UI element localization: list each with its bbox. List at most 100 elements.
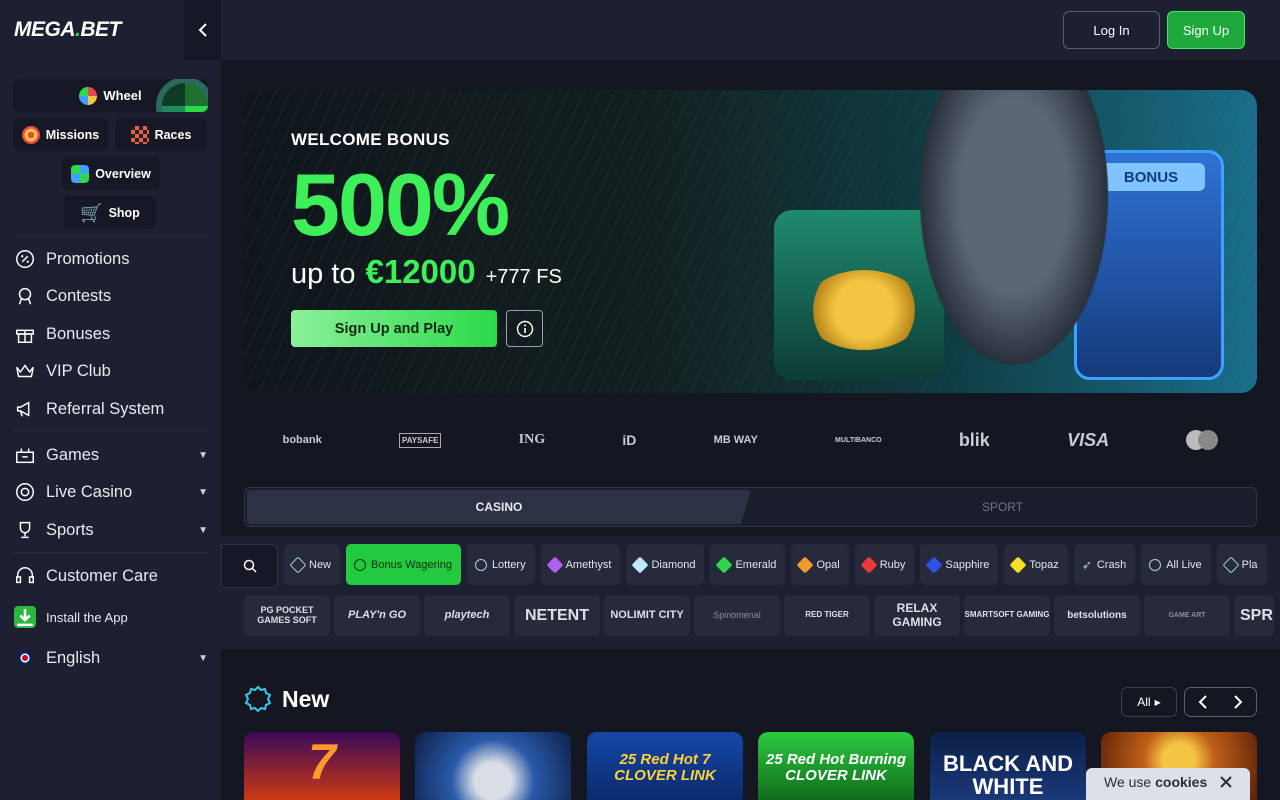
provider-red-tiger[interactable]: RED TIGER [784,595,870,636]
sidebar-item-vip-club[interactable]: VIP Club [14,355,208,387]
emerald-gem-icon [715,556,733,573]
next-arrow-button[interactable] [1221,688,1257,716]
chevron-left-icon [198,23,207,37]
sidebar-item-bonuses[interactable]: Bonuses [14,318,208,350]
sapphire-gem-icon [925,556,943,573]
category-label: Topaz [1029,558,1059,571]
sidebar-item-label: Live Casino [46,482,133,501]
game-card[interactable]: 25 Red Hot 7 CLOVER LINK [587,732,743,800]
category-label: New [309,558,332,571]
divider [13,430,208,431]
login-button[interactable]: Log In [1063,11,1160,49]
game-card[interactable]: 25 Red Hot Burning CLOVER LINK [758,732,914,800]
collapse-sidebar-button[interactable] [184,0,221,60]
category-all-live[interactable]: All Live [1141,544,1211,585]
sidebar: MEGA.BET Wheel Missions Races Overview 🛒… [0,0,221,800]
provider-smartsoft[interactable]: SMARTSOFT GAMING [964,595,1050,636]
race-flag-icon [130,125,149,144]
missions-button[interactable]: Missions [13,118,108,151]
provider-netent[interactable]: NETENT [514,595,600,636]
category-diamond[interactable]: Diamond [626,544,705,585]
sidebar-item-sports[interactable]: Sports ▼ [14,514,208,546]
payment-logo: VISA [1067,429,1110,450]
sidebar-item-label: Bonuses [46,324,111,343]
sidebar-item-contests[interactable]: Contests [14,280,208,312]
category-amethyst[interactable]: Amethyst [540,544,621,585]
provider-relax-gaming[interactable]: RELAX GAMING [874,595,960,636]
provider-filters: PG POCKET GAMES SOFT PLAY'n GO playtech … [244,595,1274,636]
payment-methods: bobank PAYSAFE ING iD MB WAY MULTIBANCO … [244,424,1257,456]
provider-nolimit-city[interactable]: NOLIMIT CITY [604,595,690,636]
shop-button[interactable]: 🛒 Shop [64,196,156,229]
cookie-notice: We use cookies [1086,768,1250,800]
shop-label: Shop [108,205,140,220]
sidebar-item-live-casino[interactable]: Live Casino ▼ [14,476,208,508]
game-card[interactable]: 7 [244,732,400,800]
target-icon [21,125,40,144]
carousel-arrows [1184,687,1257,717]
caret-down-icon: ▼ [198,524,208,536]
section-title-text: New [282,685,330,712]
uk-flag-icon [18,651,32,665]
wheel-button[interactable]: Wheel [13,79,208,112]
casino-sport-tabs: CASINO SPORT [244,487,1257,527]
fox-mascot-image [904,90,1124,393]
wheel-icon [79,86,98,105]
overview-button[interactable]: Overview [62,157,160,190]
promotion-badge-icon [16,250,34,268]
category-new[interactable]: New [284,544,341,585]
category-sapphire[interactable]: Sapphire [920,544,999,585]
game-card[interactable]: BLACK AND WHITE [930,732,1086,800]
close-icon[interactable] [1219,775,1233,789]
provider-playngo[interactable]: PLAY'n GO [334,595,420,636]
view-all-button[interactable]: All ▶ [1121,687,1177,717]
games-icon [16,448,34,464]
category-crash[interactable]: ➶ Crash [1073,544,1136,585]
provider-game-art[interactable]: GAME ART [1144,595,1230,636]
game-card[interactable] [415,732,571,800]
language-selector[interactable]: English ▼ [14,642,208,674]
provider-betsolutions[interactable]: betsolutions [1054,595,1140,636]
category-label: Ruby [879,558,906,571]
sidebar-item-label: Games [46,445,100,464]
category-opal[interactable]: Opal [791,544,849,585]
provider-spr[interactable]: SPR [1234,595,1274,636]
tab-sport[interactable]: SPORT [751,490,1254,524]
sidebar-item-referral-system[interactable]: Referral System [14,393,208,425]
category-label: Emerald [735,558,777,571]
info-button[interactable] [506,310,543,347]
provider-pg-soft[interactable]: PG POCKET GAMES SOFT [244,595,330,636]
sidebar-item-games[interactable]: Games ▼ [14,439,208,471]
logo[interactable]: MEGA.BET [14,18,121,42]
sidebar-item-promotions[interactable]: Promotions [14,243,208,275]
chevron-left-icon [1198,695,1207,709]
provider-playtech[interactable]: playtech [424,595,510,636]
category-pla[interactable]: Pla [1216,544,1267,585]
signup-button[interactable]: Sign Up [1167,11,1245,49]
races-label: Races [154,127,192,142]
payment-logo: MB WAY [713,434,758,446]
game-search-button[interactable] [221,544,278,588]
banner-title: WELCOME BONUS [291,130,450,149]
category-bonus-wagering[interactable]: Bonus Wagering [346,544,461,585]
category-emerald[interactable]: Emerald [710,544,786,585]
category-topaz[interactable]: Topaz [1004,544,1068,585]
races-button[interactable]: Races [115,118,207,151]
sidebar-item-install-app[interactable]: Install the App [14,601,208,633]
category-lottery[interactable]: Lottery [466,544,535,585]
prev-arrow-button[interactable] [1185,688,1221,716]
caret-down-icon: ▼ [198,652,208,664]
welcome-bonus-banner[interactable]: BONUS WELCOME BONUS 500% up to €12000 +7… [244,90,1257,393]
signup-and-play-button[interactable]: Sign Up and Play [291,310,497,347]
payment-logo: MULTIBANCO [835,436,882,444]
rocket-icon: ➶ [1081,557,1092,572]
gift-icon [16,329,34,343]
category-ruby[interactable]: Ruby [854,544,915,585]
bonus-amount: €12000 [365,253,476,290]
sidebar-item-label: Customer Care [46,566,158,585]
category-label: All Live [1166,558,1202,571]
provider-spinomenal[interactable]: Spinomenal [694,595,780,636]
tab-casino[interactable]: CASINO [247,490,751,524]
payment-logo: blik [958,429,990,450]
sidebar-item-customer-care[interactable]: Customer Care [14,560,208,592]
